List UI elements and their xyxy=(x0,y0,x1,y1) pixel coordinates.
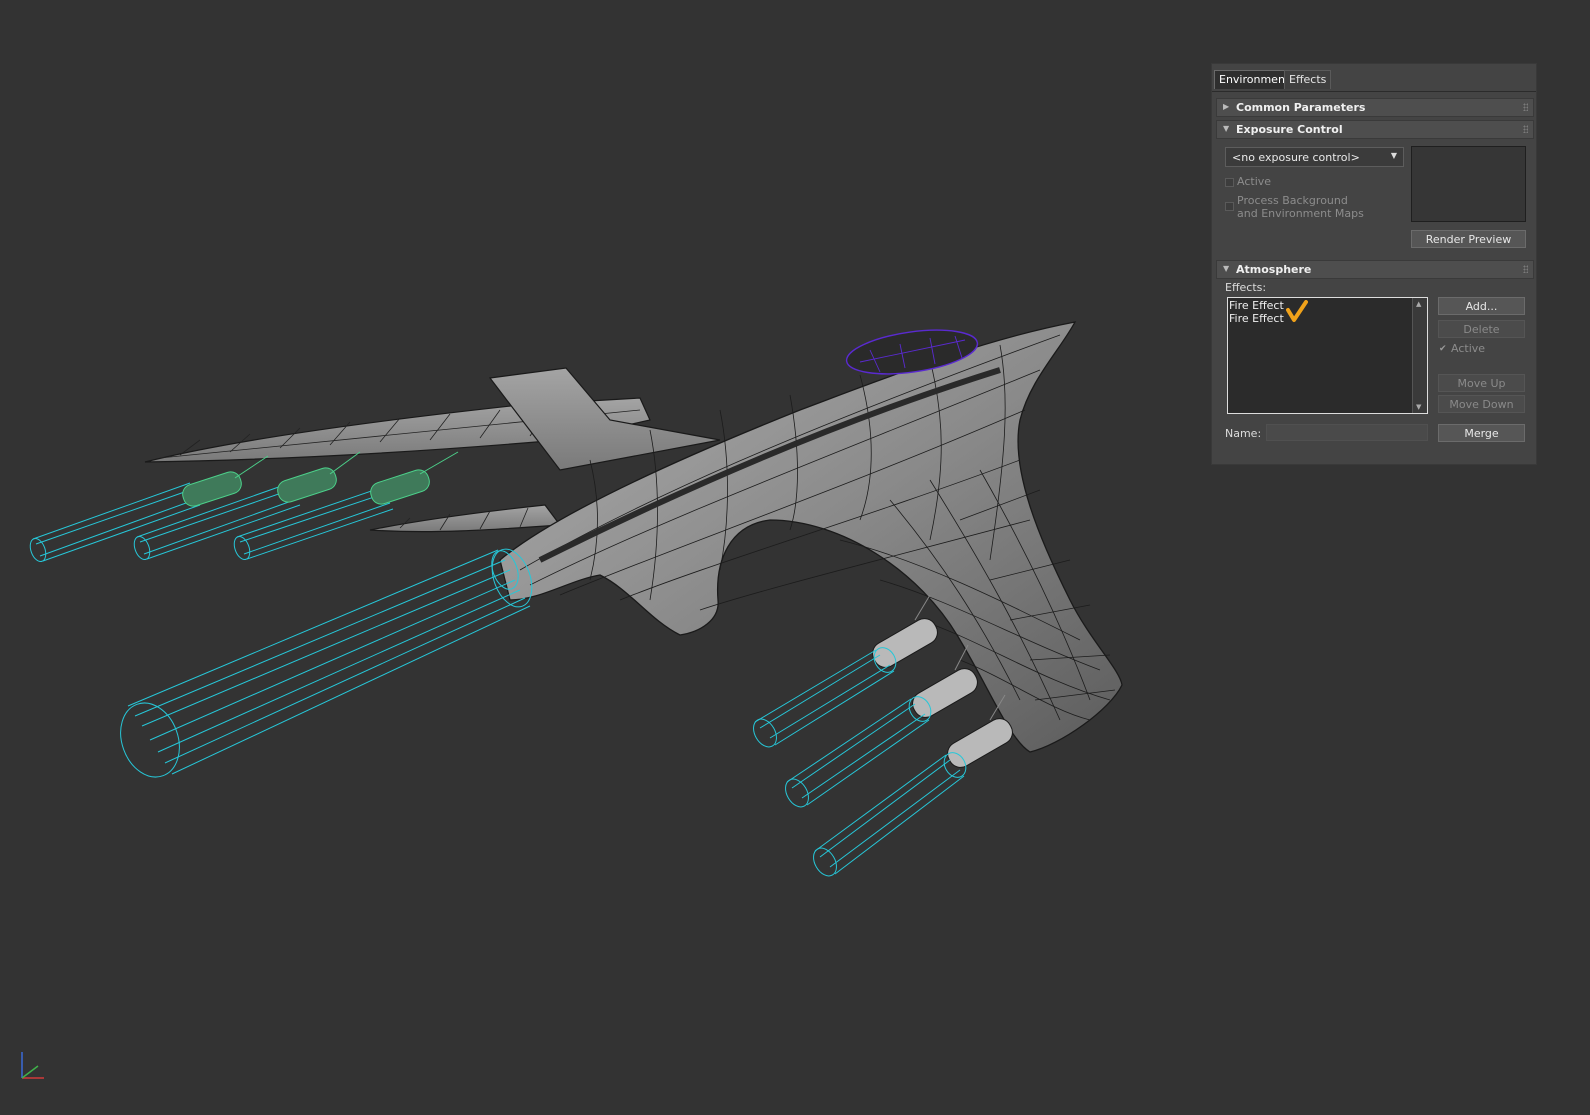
tail-fin xyxy=(488,367,721,471)
tab-environment[interactable]: Environment xyxy=(1214,70,1295,89)
add-effect-button[interactable]: Add... xyxy=(1438,297,1525,315)
spaceship-hull xyxy=(488,321,1123,753)
process-background-checkbox[interactable] xyxy=(1225,202,1234,211)
process-background-label-2: and Environment Maps xyxy=(1237,207,1364,220)
environment-effects-panel: Environment Effects ▶ Common Parameters … xyxy=(1211,63,1537,465)
chevron-down-icon: ▼ xyxy=(1390,151,1397,160)
effect-name-field[interactable] xyxy=(1266,424,1428,441)
common-parameters-header[interactable]: ▶ Common Parameters xyxy=(1216,98,1534,117)
exposure-control-header[interactable]: ▼ Exposure Control xyxy=(1216,120,1534,139)
common-parameters-rollout: ▶ Common Parameters xyxy=(1216,98,1534,117)
fire-gizmo-lower-group xyxy=(753,647,967,877)
drag-grip-icon[interactable] xyxy=(1523,103,1528,111)
exposure-active-label: Active xyxy=(1237,175,1272,188)
exposure-control-rollout: ▼ Exposure Control <no exposure control>… xyxy=(1216,120,1534,255)
move-down-button[interactable]: Move Down xyxy=(1438,395,1525,413)
exposure-dropdown[interactable]: <no exposure control> ▼ xyxy=(1225,147,1404,167)
rollout-title: Atmosphere xyxy=(1236,263,1312,276)
delete-effect-button[interactable]: Delete xyxy=(1438,320,1525,338)
listbox-scrollbar[interactable]: ▲ ▼ xyxy=(1412,298,1427,413)
process-background-label-1: Process Background xyxy=(1237,194,1348,207)
drag-grip-icon[interactable] xyxy=(1523,265,1528,273)
tab-effects[interactable]: Effects xyxy=(1284,70,1332,89)
exposure-active-checkbox[interactable] xyxy=(1225,178,1234,187)
exposure-dropdown-value: <no exposure control> xyxy=(1232,151,1360,164)
fire-gizmo-main xyxy=(120,548,533,778)
drag-grip-icon[interactable] xyxy=(1523,125,1528,133)
atmosphere-header[interactable]: ▼ Atmosphere xyxy=(1216,260,1534,279)
scroll-up-icon[interactable]: ▲ xyxy=(1416,300,1421,308)
collapsed-triangle-icon: ▶ xyxy=(1223,102,1230,111)
rollout-title: Exposure Control xyxy=(1236,123,1343,136)
fire-gizmo-5 xyxy=(785,696,932,808)
list-item[interactable]: Fire Effect xyxy=(1229,312,1284,325)
list-item[interactable]: Fire Effect xyxy=(1229,299,1284,312)
fire-gizmo-3 xyxy=(233,486,394,561)
scroll-down-icon[interactable]: ▼ xyxy=(1416,403,1421,411)
xyz-axis-gizmo-icon xyxy=(21,1052,44,1079)
exposure-preview-box xyxy=(1411,146,1526,222)
merge-button[interactable]: Merge xyxy=(1438,424,1525,442)
effects-label: Effects: xyxy=(1225,281,1267,294)
orange-checkmark-icon xyxy=(1286,300,1308,322)
atmosphere-active-checkbox[interactable]: ✔ xyxy=(1439,345,1448,354)
atmosphere-rollout: ▼ Atmosphere Effects: Fire Effect Fire E… xyxy=(1216,260,1534,458)
expanded-triangle-icon: ▼ xyxy=(1223,124,1230,133)
rollout-title: Common Parameters xyxy=(1236,101,1366,114)
fire-gizmo-6 xyxy=(813,752,967,877)
move-up-button[interactable]: Move Up xyxy=(1438,374,1525,392)
effects-listbox[interactable]: Fire Effect Fire Effect ▲ ▼ xyxy=(1227,297,1428,414)
fire-gizmo-1 xyxy=(29,482,201,563)
panel-tabs: Environment Effects xyxy=(1212,64,1536,92)
name-label: Name: xyxy=(1225,427,1262,440)
lower-rear-fin xyxy=(369,504,562,533)
atmosphere-active-label: Active xyxy=(1451,342,1486,355)
render-preview-button[interactable]: Render Preview xyxy=(1411,230,1526,248)
expanded-triangle-icon: ▼ xyxy=(1223,264,1230,273)
